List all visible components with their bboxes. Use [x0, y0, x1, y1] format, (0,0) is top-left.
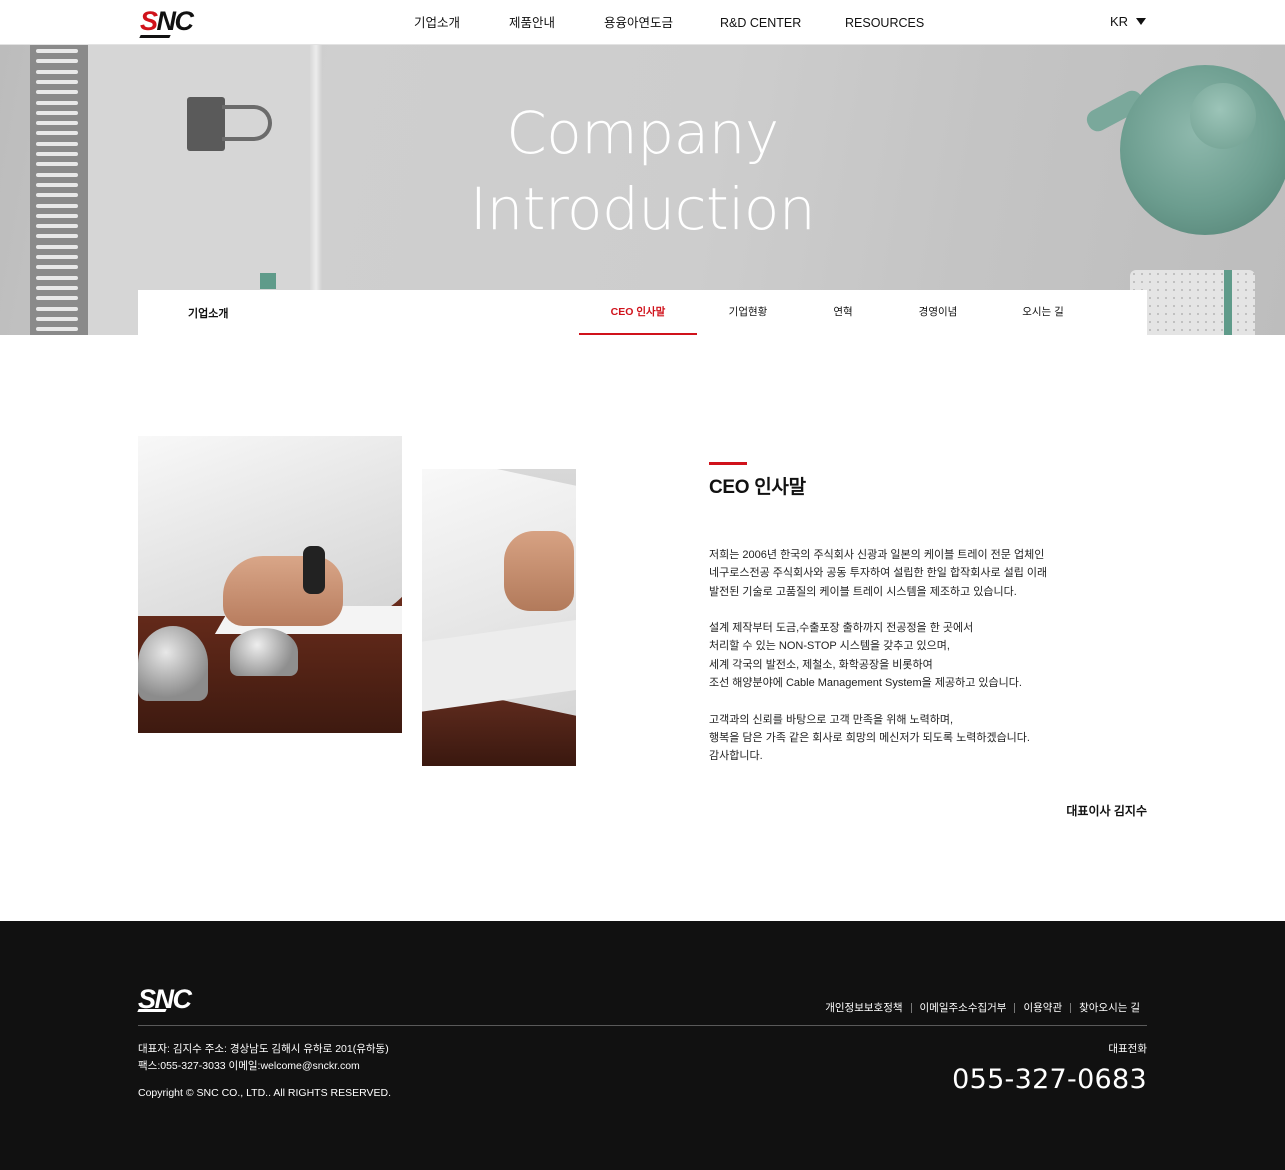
company-address: 대표자: 김지수 주소: 경상남도 김해시 유하로 201(유하동) [138, 1043, 389, 1055]
spiral-coil [36, 69, 78, 74]
photo-hand [223, 556, 343, 626]
tab-directions[interactable]: 오시는 길 [1008, 290, 1078, 335]
link-divider [1014, 1002, 1016, 1013]
tab-management-philosophy[interactable]: 경영이념 [903, 290, 973, 335]
ceo-stamp-photo [138, 436, 402, 733]
subnav-section-title: 기업소개 [188, 308, 229, 320]
nav-item-rnd-center[interactable]: R&D CENTER [720, 15, 801, 31]
title-accent-bar [709, 462, 747, 465]
spiral-coil [36, 59, 78, 64]
spiral-coil [36, 265, 78, 270]
phone-label: 대표전화 [1108, 1043, 1147, 1055]
spiral-coil [36, 285, 78, 290]
nav-item-products[interactable]: 제품안내 [509, 15, 555, 31]
footer-links: 개인정보보호정책 이메일주소수집거부 이용약관 찾아오시는 길 [825, 1000, 1140, 1015]
language-selector[interactable]: KR [1110, 14, 1147, 29]
hero-title-line1: Company [506, 99, 779, 167]
link-divider [1070, 1002, 1072, 1013]
directions-link[interactable]: 찾아오시는 길 [1079, 1000, 1140, 1015]
spiral-coil [36, 316, 78, 321]
nav-item-galvanizing[interactable]: 용융아연도금 [604, 15, 673, 31]
notebook-band [1224, 270, 1232, 335]
terms-link[interactable]: 이용약관 [1023, 1000, 1062, 1015]
ceo-greeting-body: 저희는 2006년 한국의 주식회사 신광과 일본의 케이블 트레이 전문 업체… [709, 546, 1129, 784]
nav-item-resources[interactable]: RESOURCES [845, 15, 924, 31]
sub-navigation: 기업소개 CEO 인사말 기업현황 연혁 경영이념 오시는 길 [138, 290, 1147, 335]
photo-silver-stamp-2 [230, 628, 298, 676]
footer-logo-underline [137, 1009, 167, 1012]
spiral-coil [36, 306, 78, 311]
greeting-line: 설계 제작부터 도금,수출포장 출하까지 전공정을 한 곳에서 [709, 622, 974, 635]
greeting-line: 세계 각국의 발전소, 제철소, 화학공장을 비롯하여 [709, 658, 933, 671]
greeting-paragraph-2: 설계 제작부터 도금,수출포장 출하까지 전공정을 한 곳에서 처리할 수 있는… [709, 619, 1129, 692]
email-refusal-link[interactable]: 이메일주소수집거부 [920, 1000, 1007, 1015]
photo-stamp [303, 546, 325, 594]
tab-history[interactable]: 연혁 [818, 290, 868, 335]
hero-title: Company Introduction [0, 95, 1285, 247]
site-footer: SNC 개인정보보호정책 이메일주소수집거부 이용약관 찾아오시는 길 대표자:… [0, 921, 1285, 1170]
greeting-line: 행복을 담은 가족 같은 회사로 희망의 메신저가 되도록 노력하겠습니다. [709, 731, 1030, 744]
hero-tab-marker [260, 273, 276, 289]
dotted-notebook-image [1130, 270, 1255, 335]
greeting-line: 네구로스전공 주식회사와 공동 투자하여 설립한 한일 합작회사로 설립 이래 [709, 567, 1048, 580]
spiral-coil [36, 327, 78, 332]
spiral-coil [36, 90, 78, 95]
caret-down-icon [1136, 18, 1147, 25]
spiral-coil [36, 49, 78, 53]
spiral-coil [36, 255, 78, 259]
ceo-signature: 대표이사 김지수 [1066, 804, 1147, 818]
greeting-paragraph-1: 저희는 2006년 한국의 주식회사 신광과 일본의 케이블 트레이 전문 업체… [709, 546, 1129, 601]
tab-company-status[interactable]: 기업현황 [708, 290, 788, 335]
footer-divider [138, 1025, 1147, 1026]
nav-item-company[interactable]: 기업소개 [414, 15, 460, 31]
spiral-coil [36, 79, 78, 84]
ceo-document-photo [422, 469, 576, 766]
greeting-line: 조선 해양분야에 Cable Management System을 제공하고 있… [709, 677, 1022, 690]
greeting-line: 처리할 수 있는 NON-STOP 시스템을 갖추고 있으며, [709, 640, 950, 653]
main-phone-number[interactable]: 055-327-0683 [952, 1064, 1147, 1095]
ceo-greeting-title: CEO 인사말 [709, 477, 806, 498]
photo-silver-stamp-1 [138, 626, 208, 701]
spiral-coil [36, 275, 78, 280]
company-fax-email: 팩스:055-327-3033 이메일:welcome@snckr.com [138, 1060, 360, 1072]
company-info: 대표자: 김지수 주소: 경상남도 김해시 유하로 201(유하동) 팩스:05… [138, 1041, 389, 1075]
photo-hand-turning-page [504, 531, 574, 611]
site-header: SNC 기업소개 제품안내 용융아연도금 R&D CENTER RESOURCE… [0, 0, 1285, 45]
main-nav: 기업소개 제품안내 용융아연도금 R&D CENTER RESOURCES [0, 0, 1285, 45]
greeting-line: 감사합니다. [709, 750, 763, 763]
copyright: Copyright © SNC CO., LTD.. All RIGHTS RE… [138, 1087, 391, 1099]
tab-ceo-greeting[interactable]: CEO 인사말 [579, 290, 697, 335]
hero-title-line2: Introduction [469, 175, 816, 243]
privacy-policy-link[interactable]: 개인정보보호정책 [825, 1000, 902, 1015]
greeting-line: 고객과의 신뢰를 바탕으로 고객 만족을 위해 노력하며, [709, 713, 954, 726]
greeting-line: 발전된 기술로 고품질의 케이블 트레이 시스템을 제조하고 있습니다. [709, 585, 1017, 598]
footer-logo[interactable]: SNC [137, 985, 204, 1015]
greeting-line: 저희는 2006년 한국의 주식회사 신광과 일본의 케이블 트레이 전문 업체… [709, 549, 1045, 561]
greeting-paragraph-3: 고객과의 신뢰를 바탕으로 고객 만족을 위해 노력하며, 행복을 담은 가족 … [709, 711, 1129, 766]
language-label: KR [1110, 14, 1129, 29]
link-divider [910, 1002, 912, 1013]
spiral-coil [36, 296, 78, 301]
